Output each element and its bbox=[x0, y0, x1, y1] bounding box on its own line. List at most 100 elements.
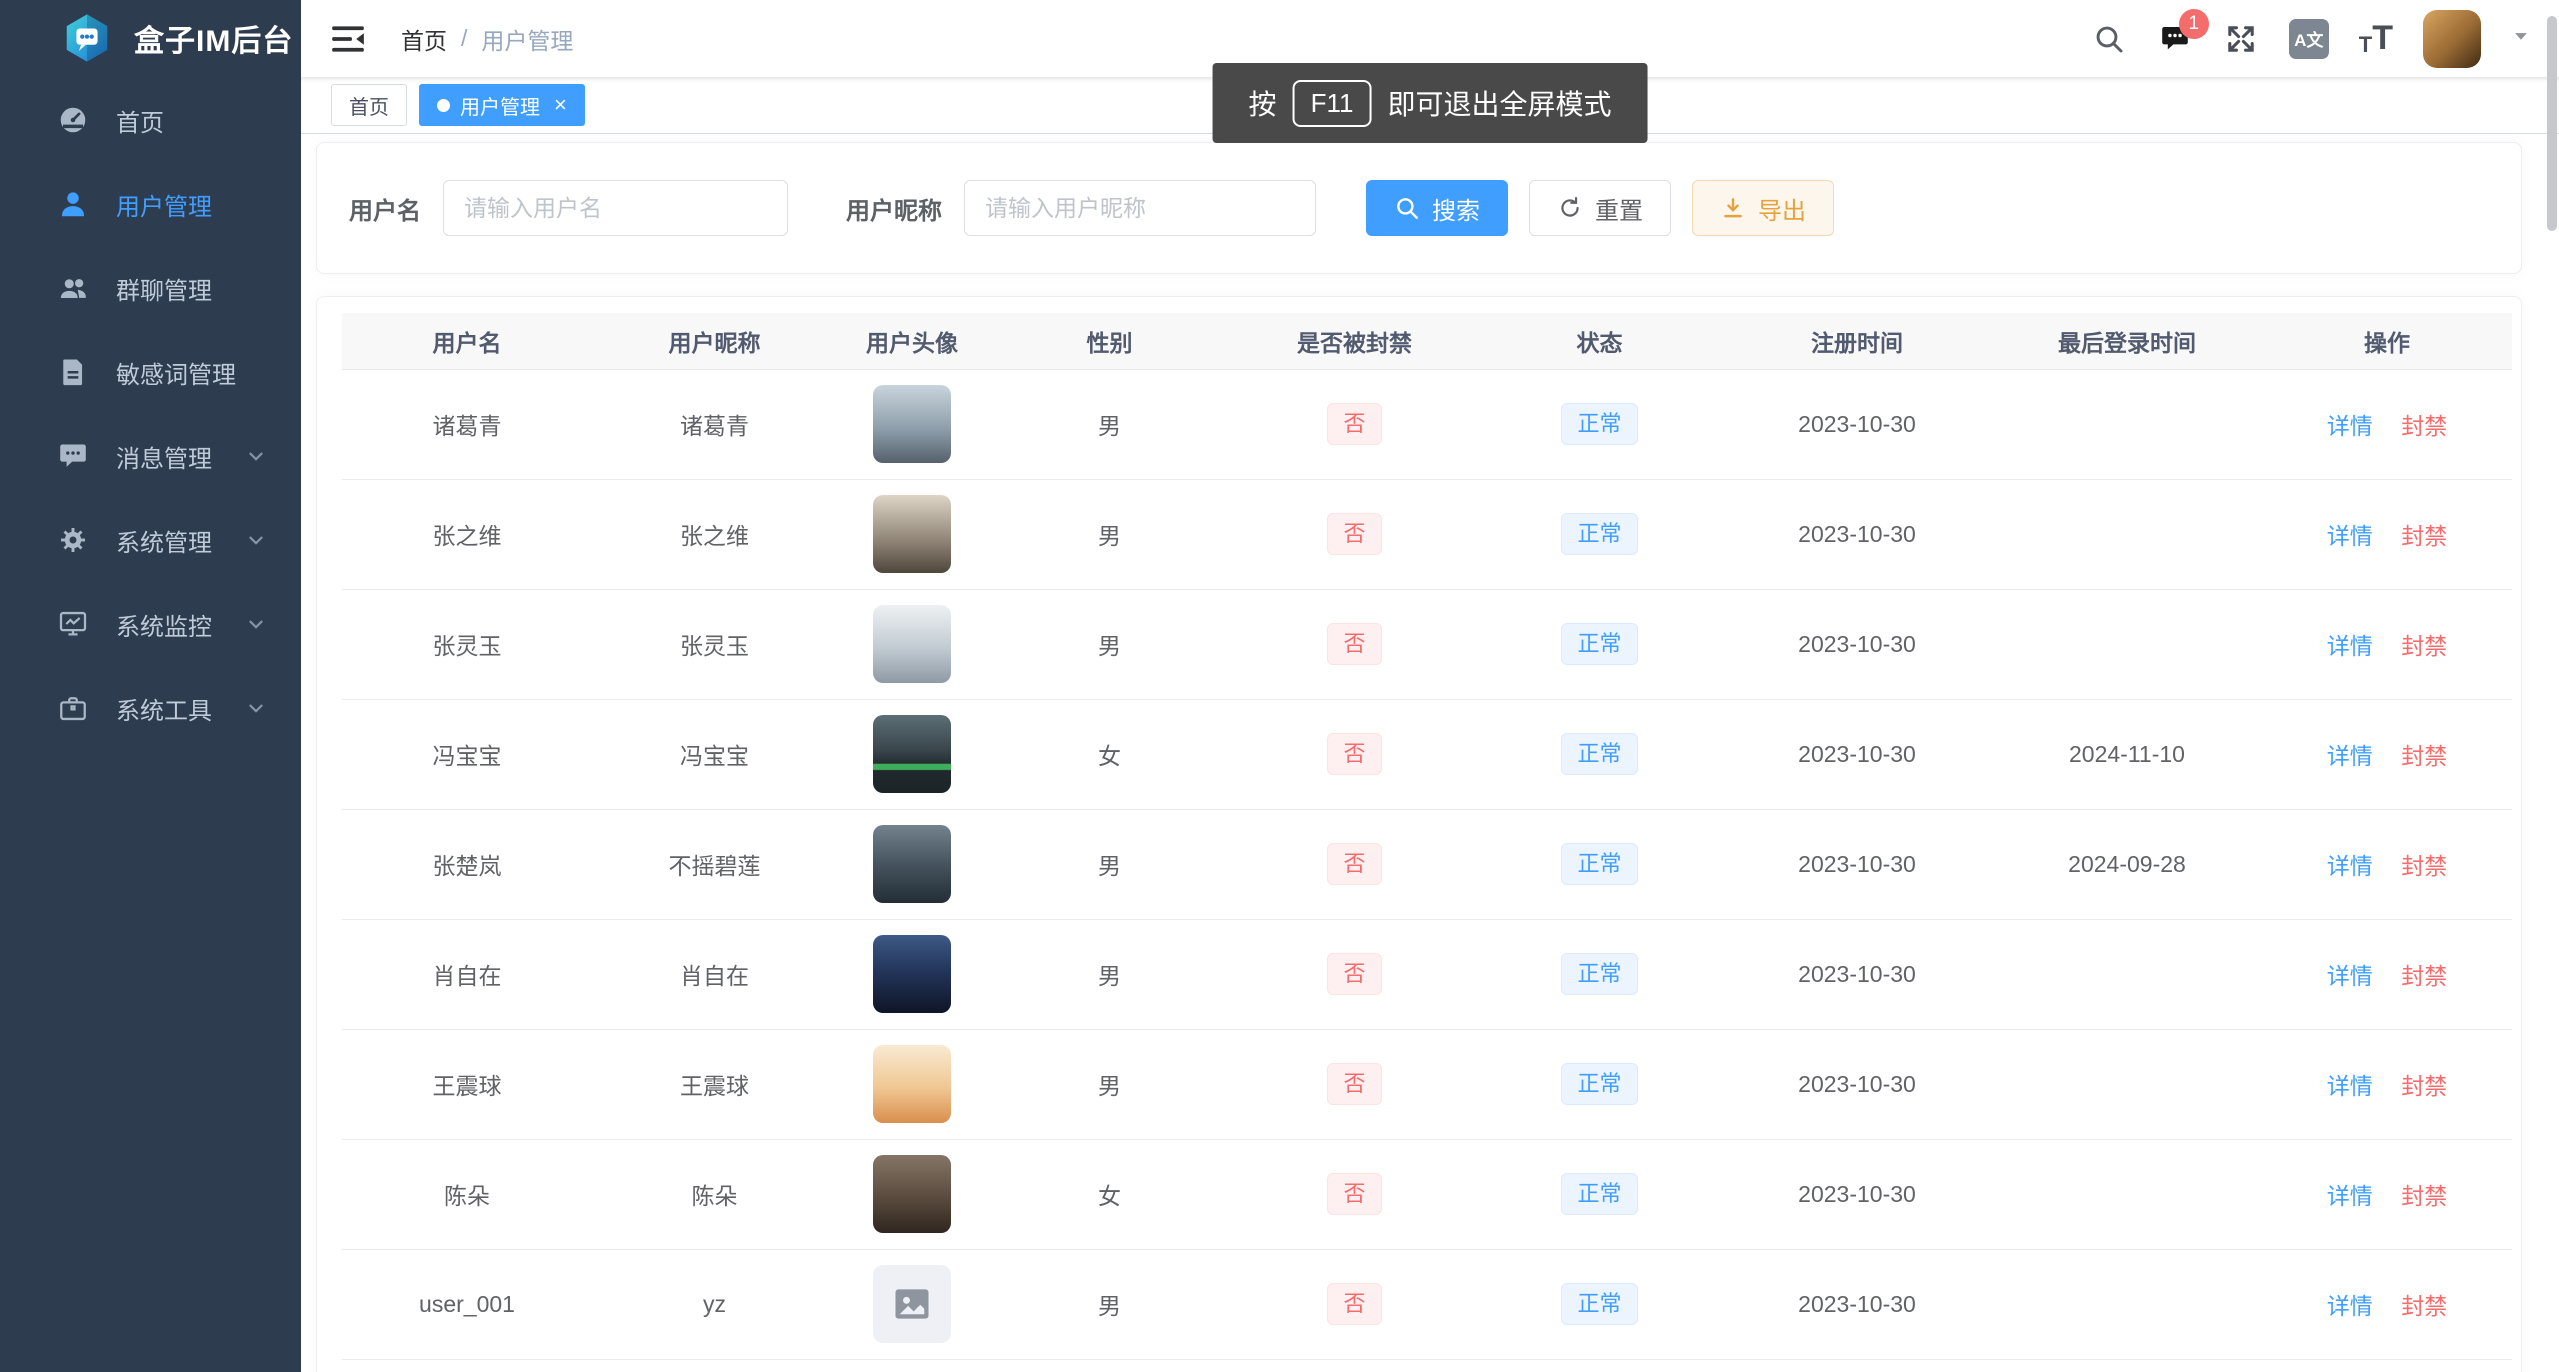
nickname-cell: 陈朵 bbox=[592, 1139, 837, 1249]
sidebar-item-label: 首页 bbox=[116, 103, 164, 138]
ban-link[interactable]: 封禁 bbox=[2401, 853, 2447, 879]
nickname-cell: 张灵玉 bbox=[592, 589, 837, 699]
sidebar-item-system-tools[interactable]: 系统工具 bbox=[0, 666, 301, 750]
ban-link[interactable]: 封禁 bbox=[2401, 523, 2447, 549]
ban-link[interactable]: 封禁 bbox=[2401, 413, 2447, 439]
user-avatar-image bbox=[873, 1265, 951, 1343]
detail-link[interactable]: 详情 bbox=[2327, 963, 2373, 989]
register-time-cell: 2023-10-30 bbox=[1722, 1139, 1992, 1249]
detail-link[interactable]: 详情 bbox=[2327, 743, 2373, 769]
vertical-scrollbar[interactable] bbox=[2547, 16, 2557, 231]
last-login-cell: 2024-11-10 bbox=[1992, 699, 2262, 809]
user-avatar-image bbox=[873, 385, 951, 463]
chevron-down-icon bbox=[245, 613, 267, 635]
table-row: 诸葛青 诸葛青 男 否 正常 2023-10-30 详情 封禁 bbox=[342, 369, 2512, 479]
breadcrumb: 首页 / 用户管理 bbox=[401, 22, 573, 56]
filter-card: 用户名 用户昵称 搜索 重置 bbox=[316, 142, 2522, 274]
status-tag: 正常 bbox=[1561, 1283, 1637, 1325]
avatar-cell bbox=[837, 1249, 987, 1359]
username-input[interactable] bbox=[443, 180, 788, 236]
detail-link[interactable]: 详情 bbox=[2327, 633, 2373, 659]
message-icon bbox=[56, 439, 90, 473]
ban-link[interactable]: 封禁 bbox=[2401, 633, 2447, 659]
sidebar-item-user-management[interactable]: 用户管理 bbox=[0, 162, 301, 246]
status-tag: 正常 bbox=[1561, 513, 1637, 555]
last-login-cell bbox=[1992, 1249, 2262, 1359]
register-time-cell: 2023-10-30 bbox=[1722, 919, 1992, 1029]
avatar[interactable] bbox=[2423, 10, 2481, 68]
sidebar-item-home[interactable]: 首页 bbox=[0, 78, 301, 162]
table-row: 冯宝宝 冯宝宝 女 否 正常 2023-10-30 2024-11-10 详情 … bbox=[342, 699, 2512, 809]
tab-label: 用户管理 bbox=[460, 91, 540, 120]
avatar-cell bbox=[837, 1139, 987, 1249]
gender-cell: 男 bbox=[987, 1249, 1232, 1359]
app-logo[interactable]: 盒子IM后台 bbox=[0, 0, 301, 76]
detail-link[interactable]: 详情 bbox=[2327, 413, 2373, 439]
sensitive-words-icon bbox=[56, 355, 90, 389]
col-username: 用户名 bbox=[342, 313, 592, 369]
gender-cell: 男 bbox=[987, 809, 1232, 919]
search-button[interactable]: 搜索 bbox=[1366, 180, 1508, 236]
language-switch-icon[interactable]: A文 bbox=[2289, 19, 2329, 59]
actions-cell: 详情 封禁 bbox=[2262, 809, 2512, 919]
breadcrumb-home[interactable]: 首页 bbox=[401, 22, 447, 56]
close-icon[interactable]: × bbox=[554, 94, 567, 116]
breadcrumb-current: 用户管理 bbox=[481, 22, 573, 56]
sidebar-item-sensitive-words[interactable]: 敏感词管理 bbox=[0, 330, 301, 414]
search-icon[interactable] bbox=[2091, 21, 2127, 57]
message-notification-icon[interactable]: 1 bbox=[2157, 21, 2193, 57]
navbar-actions: 1 A文 TT bbox=[2091, 10, 2531, 68]
avatar-cell bbox=[837, 369, 987, 479]
user-avatar-image bbox=[873, 825, 951, 903]
actions-cell: 详情 封禁 bbox=[2262, 919, 2512, 1029]
export-button[interactable]: 导出 bbox=[1692, 180, 1834, 236]
monitor-icon bbox=[56, 607, 90, 641]
ban-link[interactable]: 封禁 bbox=[2401, 1183, 2447, 1209]
banned-cell: 否 bbox=[1232, 809, 1477, 919]
reset-button[interactable]: 重置 bbox=[1529, 180, 1671, 236]
status-cell: 正常 bbox=[1477, 479, 1722, 589]
col-actions: 操作 bbox=[2262, 313, 2512, 369]
ban-link[interactable]: 封禁 bbox=[2401, 743, 2447, 769]
col-last-login: 最后登录时间 bbox=[1992, 313, 2262, 369]
ban-link[interactable]: 封禁 bbox=[2401, 1073, 2447, 1099]
status-cell: 正常 bbox=[1477, 1029, 1722, 1139]
ban-link[interactable]: 封禁 bbox=[2401, 1293, 2447, 1319]
banned-tag: 否 bbox=[1327, 1173, 1381, 1215]
fullscreen-icon[interactable] bbox=[2223, 21, 2259, 57]
detail-link[interactable]: 详情 bbox=[2327, 1293, 2373, 1319]
banned-tag: 否 bbox=[1327, 953, 1381, 995]
user-avatar-image bbox=[873, 1045, 951, 1123]
chevron-down-icon bbox=[245, 697, 267, 719]
sidebar-fold-icon[interactable] bbox=[329, 20, 367, 58]
detail-link[interactable]: 详情 bbox=[2327, 853, 2373, 879]
user-icon bbox=[56, 187, 90, 221]
banned-tag: 否 bbox=[1327, 513, 1381, 555]
tab-home[interactable]: 首页 bbox=[331, 84, 407, 126]
detail-link[interactable]: 详情 bbox=[2327, 523, 2373, 549]
ban-link[interactable]: 封禁 bbox=[2401, 963, 2447, 989]
banned-tag: 否 bbox=[1327, 623, 1381, 665]
tools-icon bbox=[56, 691, 90, 725]
sidebar-menu: 首页 用户管理 群聊管理 bbox=[0, 76, 301, 750]
sidebar-item-system-management[interactable]: 系统管理 bbox=[0, 498, 301, 582]
sidebar-item-message-management[interactable]: 消息管理 bbox=[0, 414, 301, 498]
tab-user-management[interactable]: 用户管理 × bbox=[419, 84, 585, 126]
banned-cell: 否 bbox=[1232, 479, 1477, 589]
font-size-icon[interactable]: TT bbox=[2359, 19, 2393, 58]
toast-text: 按 bbox=[1249, 83, 1277, 123]
nickname-input[interactable] bbox=[964, 180, 1316, 236]
avatar-cell bbox=[837, 1029, 987, 1139]
detail-link[interactable]: 详情 bbox=[2327, 1183, 2373, 1209]
sidebar-item-label: 群聊管理 bbox=[116, 271, 212, 306]
user-avatar-image bbox=[873, 715, 951, 793]
sidebar-item-group-management[interactable]: 群聊管理 bbox=[0, 246, 301, 330]
username-cell: 陈朵 bbox=[342, 1139, 592, 1249]
user-menu-caret-icon[interactable] bbox=[2511, 26, 2531, 51]
banned-cell: 否 bbox=[1232, 589, 1477, 699]
sidebar-item-label: 消息管理 bbox=[116, 439, 212, 474]
detail-link[interactable]: 详情 bbox=[2327, 1073, 2373, 1099]
dashboard-icon bbox=[56, 103, 90, 137]
sidebar-item-system-monitor[interactable]: 系统监控 bbox=[0, 582, 301, 666]
sidebar-item-label: 系统管理 bbox=[116, 523, 212, 558]
